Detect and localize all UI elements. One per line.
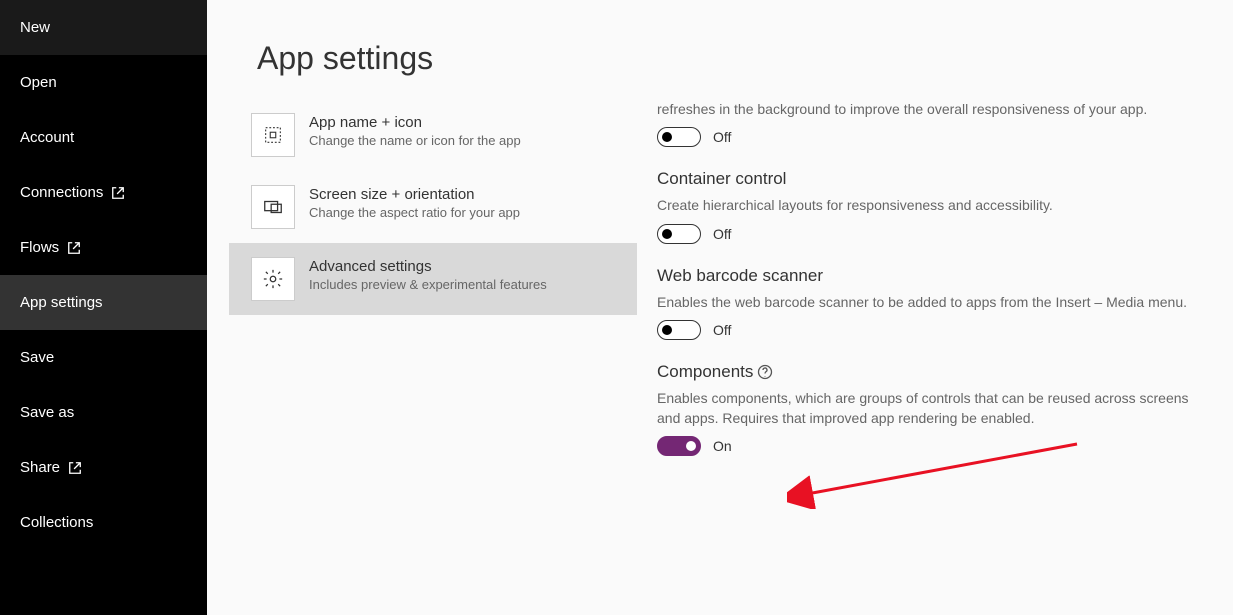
sidebar-item-label: Save as <box>20 404 74 421</box>
settings-tab-screen-size[interactable]: Screen size + orientation Change the asp… <box>229 171 637 243</box>
sidebar: New Open Account Connections Flows App s… <box>0 0 207 615</box>
setting-section-background-refresh: refreshes in the background to improve t… <box>657 99 1213 147</box>
sidebar-item-label: Collections <box>20 514 93 531</box>
gear-icon <box>251 257 295 301</box>
settings-tab-desc: Change the aspect ratio for your app <box>309 205 520 222</box>
setting-section-components: Components Enables components, which are… <box>657 362 1213 457</box>
sidebar-item-account[interactable]: Account <box>0 110 207 165</box>
external-link-icon <box>111 186 125 200</box>
toggle-label: On <box>713 438 732 454</box>
sidebar-item-connections[interactable]: Connections <box>0 165 207 220</box>
sidebar-item-save-as[interactable]: Save as <box>0 385 207 440</box>
sidebar-item-label: New <box>20 19 50 36</box>
sidebar-item-new[interactable]: New <box>0 0 207 55</box>
setting-desc: refreshes in the background to improve t… <box>657 99 1213 119</box>
setting-section-web-barcode-scanner: Web barcode scanner Enables the web barc… <box>657 266 1213 340</box>
settings-tab-desc: Change the name or icon for the app <box>309 133 521 150</box>
setting-desc: Enables the web barcode scanner to be ad… <box>657 292 1213 312</box>
sidebar-item-label: Share <box>20 459 60 476</box>
external-link-icon <box>68 461 82 475</box>
setting-desc: Enables components, which are groups of … <box>657 388 1213 429</box>
toggle-web-barcode-scanner[interactable] <box>657 320 701 340</box>
settings-tab-title: Advanced settings <box>309 258 547 275</box>
app-name-icon-icon <box>251 113 295 157</box>
sidebar-item-collections[interactable]: Collections <box>0 495 207 550</box>
sidebar-item-save[interactable]: Save <box>0 330 207 385</box>
sidebar-item-open[interactable]: Open <box>0 55 207 110</box>
screen-size-icon <box>251 185 295 229</box>
setting-section-container-control: Container control Create hierarchical la… <box>657 169 1213 243</box>
toggle-container-control[interactable] <box>657 224 701 244</box>
settings-tab-title: App name + icon <box>309 114 521 131</box>
sidebar-item-label: App settings <box>20 294 103 311</box>
settings-tab-app-name-icon[interactable]: App name + icon Change the name or icon … <box>229 99 637 171</box>
toggle-label: Off <box>713 322 731 338</box>
sidebar-item-label: Flows <box>20 239 59 256</box>
settings-tab-desc: Includes preview & experimental features <box>309 277 547 294</box>
sidebar-item-flows[interactable]: Flows <box>0 220 207 275</box>
settings-detail-panel: refreshes in the background to improve t… <box>637 99 1233 615</box>
settings-tab-advanced[interactable]: Advanced settings Includes preview & exp… <box>229 243 637 315</box>
toggle-label: Off <box>713 226 731 242</box>
setting-desc: Create hierarchical layouts for responsi… <box>657 195 1213 215</box>
main-panel: App settings App name + icon Change the … <box>207 0 1233 615</box>
setting-heading: Container control <box>657 169 1213 189</box>
setting-heading: Web barcode scanner <box>657 266 1213 286</box>
setting-heading: Components <box>657 362 753 382</box>
sidebar-item-share[interactable]: Share <box>0 440 207 495</box>
help-icon[interactable] <box>757 364 773 380</box>
sidebar-item-app-settings[interactable]: App settings <box>0 275 207 330</box>
toggle-background-refresh[interactable] <box>657 127 701 147</box>
settings-tab-title: Screen size + orientation <box>309 186 520 203</box>
sidebar-item-label: Account <box>20 129 74 146</box>
toggle-label: Off <box>713 129 731 145</box>
external-link-icon <box>67 241 81 255</box>
sidebar-item-label: Save <box>20 349 54 366</box>
page-title: App settings <box>207 0 1233 99</box>
sidebar-item-label: Connections <box>20 184 103 201</box>
settings-tab-list: App name + icon Change the name or icon … <box>229 99 637 615</box>
sidebar-item-label: Open <box>20 74 57 91</box>
toggle-components[interactable] <box>657 436 701 456</box>
